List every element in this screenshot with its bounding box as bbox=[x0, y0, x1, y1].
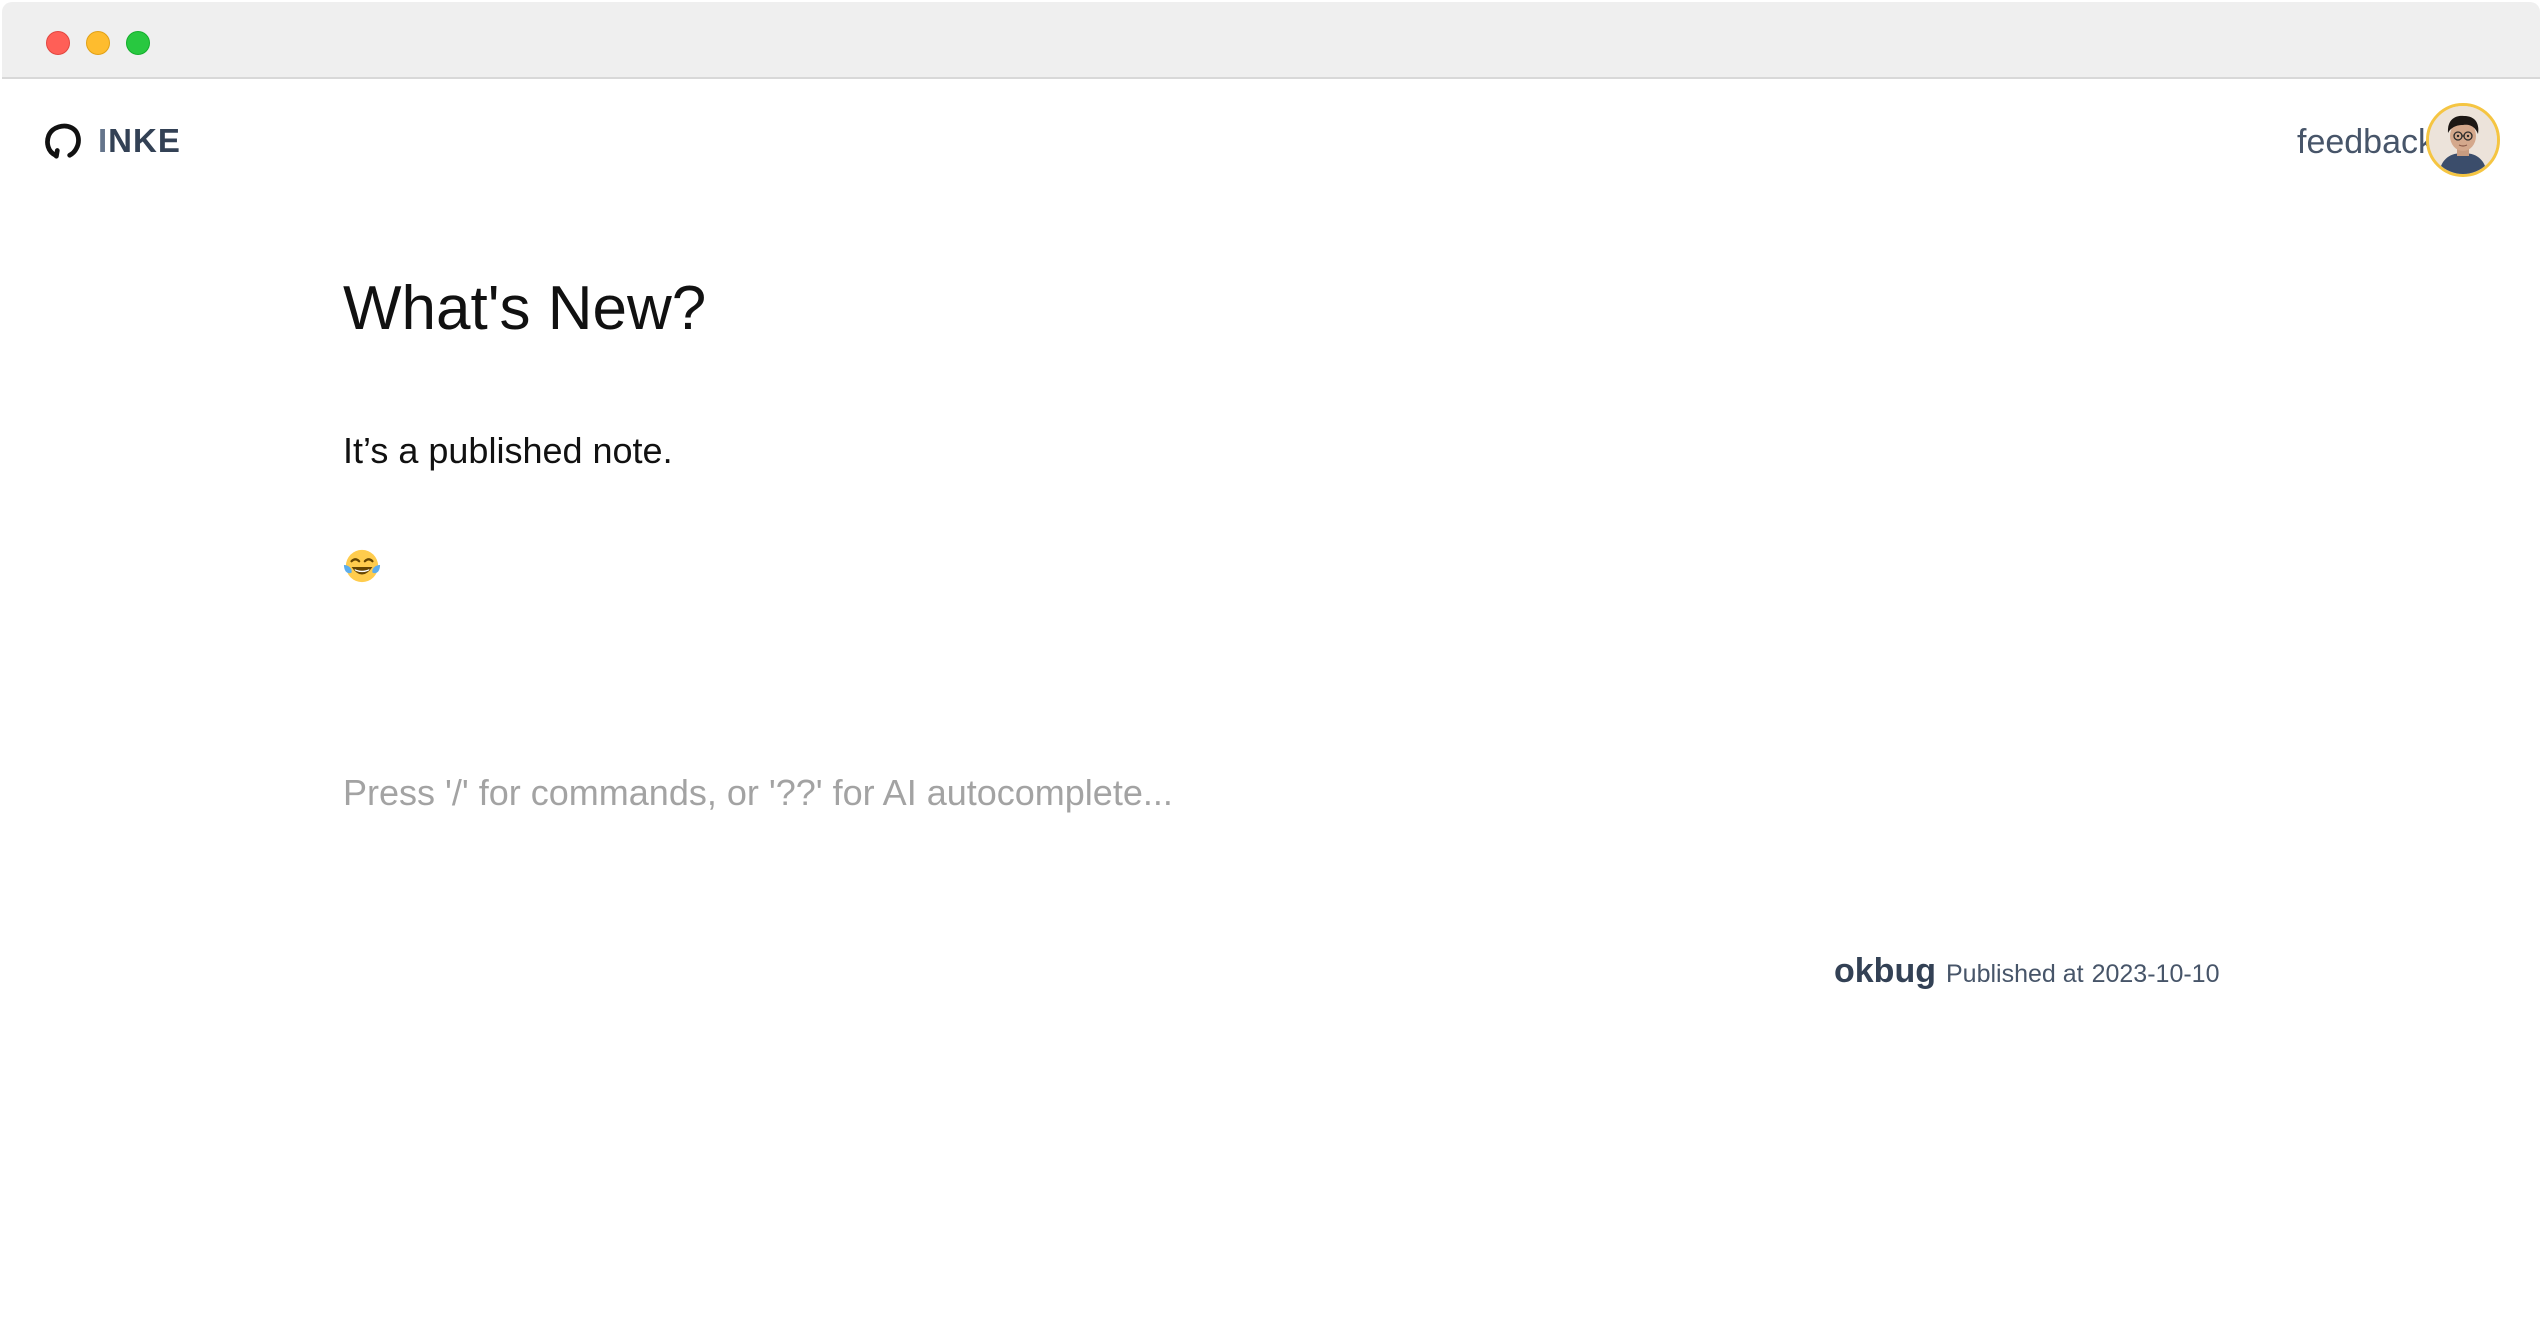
page-title: What's New? bbox=[343, 274, 707, 343]
user-avatar-image bbox=[2429, 106, 2497, 174]
publish-meta: okbug Published at 2023-10-10 bbox=[1834, 952, 2219, 991]
note-content: What's New? It’s a published note. Press… bbox=[343, 272, 2223, 990]
logo-ring-icon bbox=[45, 123, 81, 159]
zoom-window-button[interactable] bbox=[126, 31, 150, 55]
avatar[interactable] bbox=[2426, 103, 2500, 177]
brand-name-rest: NKE bbox=[108, 122, 181, 159]
published-date: 2023-10-10 bbox=[2091, 960, 2220, 988]
note-paragraph: It’s a published note. bbox=[343, 430, 673, 471]
brand-name: INKE bbox=[98, 122, 181, 160]
brand-logo-link[interactable]: INKE bbox=[44, 121, 181, 161]
face-with-tears-of-joy-icon bbox=[343, 549, 381, 583]
minimize-window-button[interactable] bbox=[86, 31, 110, 55]
app-header: INKE feedback bbox=[2, 79, 2540, 209]
feedback-link[interactable]: feedback bbox=[2297, 123, 2435, 162]
editor-input[interactable]: Press '/' for commands, or '??' for AI a… bbox=[343, 772, 1173, 814]
published-label: Published at bbox=[1945, 960, 2084, 988]
author-name-link[interactable]: okbug bbox=[1834, 952, 1936, 991]
close-window-button[interactable] bbox=[46, 31, 70, 55]
browser-window: INKE feedback What's New? It’s a publish… bbox=[2, 2, 2540, 1331]
window-titlebar bbox=[2, 2, 2540, 79]
brand-name-initial: I bbox=[98, 122, 109, 159]
